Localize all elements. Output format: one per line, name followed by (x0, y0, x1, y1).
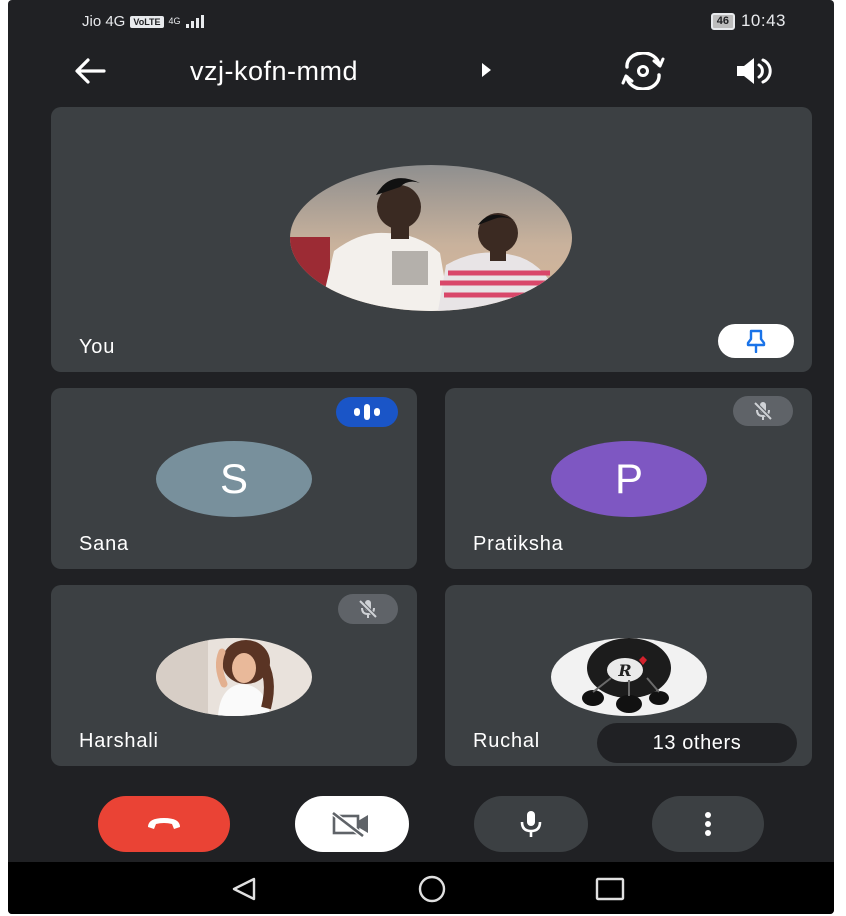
self-photo (290, 165, 572, 311)
end-call-button[interactable] (98, 796, 230, 852)
participant-name: Sana (79, 533, 129, 555)
tile-harshali[interactable]: Harshali (51, 585, 417, 766)
more-options-button[interactable] (652, 796, 764, 852)
switch-camera-icon (621, 51, 665, 91)
harshali-photo (156, 638, 312, 716)
end-call-icon (148, 818, 180, 829)
speaker-icon (737, 58, 772, 84)
pin-icon (746, 329, 766, 353)
back-arrow-icon (75, 58, 106, 84)
svg-text:R: R (617, 661, 631, 680)
mic-off-glyph (358, 599, 378, 619)
mic-off-icon (338, 594, 398, 624)
status-bar: Jio 4G VoLTE 4G 46 10:43 (8, 0, 834, 40)
signal-icon (185, 15, 204, 28)
ruchal-photo: R (551, 638, 707, 716)
tile-sana[interactable]: S Sana (51, 388, 417, 569)
avatar-sana: S (156, 441, 312, 517)
back-button[interactable] (70, 54, 110, 88)
switch-camera-button[interactable] (620, 51, 666, 91)
battery-icon: 46 (710, 12, 735, 30)
speaking-indicator-icon (336, 397, 398, 427)
mic-off-icon (733, 396, 793, 426)
tile-pratiksha[interactable]: P Pratiksha (445, 388, 812, 569)
tile-you[interactable]: You (51, 107, 812, 372)
meeting-code[interactable]: vzj-kofn-mmd (190, 56, 358, 87)
carrier-label: Jio 4G (82, 13, 126, 30)
nav-back-icon[interactable] (230, 876, 258, 902)
mic-off-glyph (753, 401, 773, 421)
meet-screen: Jio 4G VoLTE 4G 46 10:43 vzj-kofn-mmd Yo… (8, 0, 834, 914)
participant-name: You (79, 336, 116, 358)
pin-button[interactable] (718, 324, 794, 358)
others-count-chip[interactable]: 13 others (597, 723, 797, 763)
meeting-header: vzj-kofn-mmd (8, 44, 834, 98)
nav-recents-icon[interactable] (594, 876, 626, 902)
avatar-harshali (156, 638, 312, 716)
status-right: 46 10:43 (710, 11, 786, 31)
participant-name: Pratiksha (473, 533, 564, 555)
avatar-pratiksha: P (551, 441, 707, 517)
camera-off-icon (331, 811, 368, 837)
tile-ruchal[interactable]: R Ruchal 13 others (445, 585, 812, 766)
microphone-icon (520, 811, 542, 837)
status-left: Jio 4G VoLTE 4G (82, 13, 204, 30)
avatar-ruchal: R (551, 638, 707, 716)
volte-badge: VoLTE (130, 15, 164, 28)
more-options-icon (705, 812, 711, 836)
camera-toggle-button[interactable] (295, 796, 409, 852)
status-time: 10:43 (740, 11, 786, 30)
microphone-button[interactable] (474, 796, 588, 852)
self-avatar (290, 165, 572, 311)
nav-home-icon[interactable] (414, 875, 450, 903)
audio-output-button[interactable] (732, 54, 774, 88)
participant-name: Harshali (79, 730, 159, 752)
call-controls (8, 796, 834, 856)
system-nav-bar (8, 862, 834, 914)
caret-right-icon[interactable] (482, 63, 491, 77)
network-type: 4G (168, 16, 181, 26)
participant-name: Ruchal (473, 730, 541, 752)
